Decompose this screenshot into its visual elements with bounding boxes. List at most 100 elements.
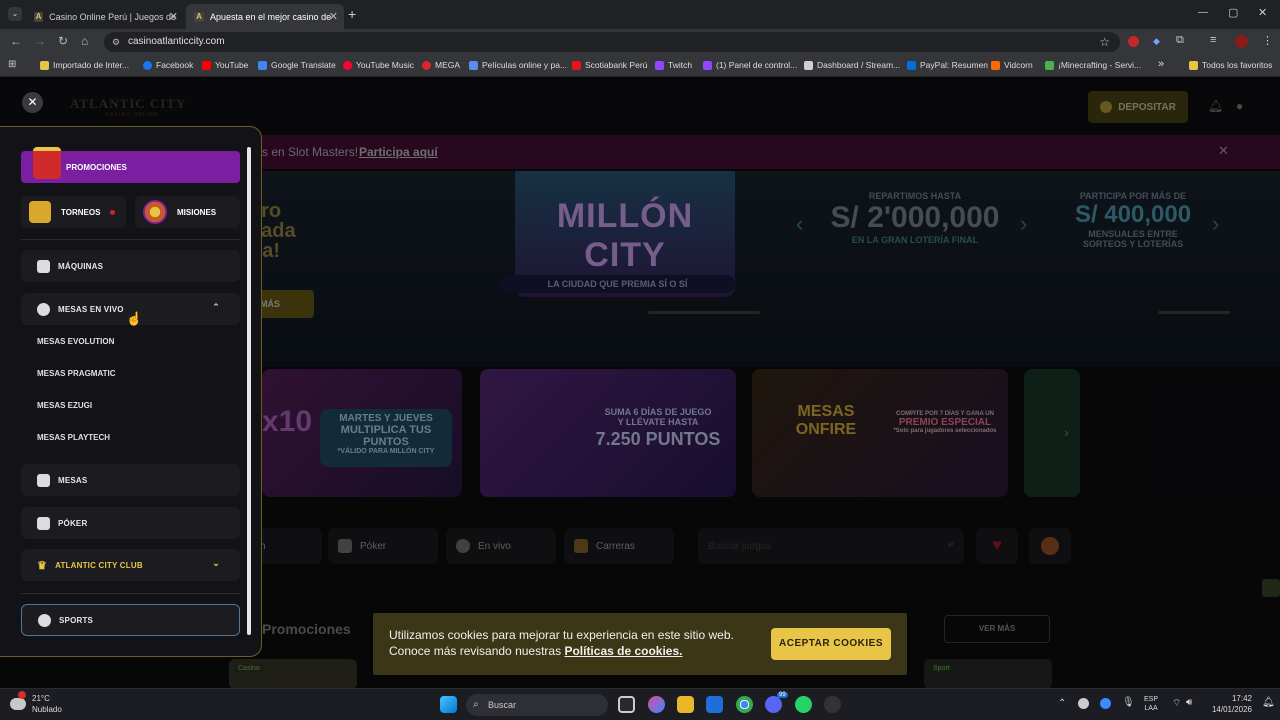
clock[interactable]: 17:42 14/01/2026 (1206, 693, 1252, 715)
extensions-puzzle-icon[interactable]: ⧉ (1176, 34, 1184, 47)
profile-avatar-icon[interactable] (1235, 35, 1248, 48)
taskbar-search[interactable]: ⌕ Buscar (466, 694, 608, 716)
chevron-down-icon: ⌄ (212, 558, 220, 568)
bookmark-item[interactable]: Scotiabank Perú (572, 60, 647, 70)
casino-page: ATLANTIC CITY CASINO ONLINE DEPOSITAR 🔔︎… (0, 77, 1280, 688)
bookmark-item[interactable]: Twitch (655, 60, 692, 70)
menu-tables[interactable]: MESAS (21, 464, 240, 496)
language-indicator[interactable]: ESP LAA (1144, 695, 1158, 713)
cloud-icon (10, 691, 26, 710)
tray-app-icon[interactable] (1100, 698, 1111, 709)
submenu-pragmatic[interactable]: MESAS PRAGMATIC (37, 369, 116, 378)
extension-red-icon[interactable] (1128, 36, 1139, 47)
reload-icon[interactable]: ↻ (58, 34, 68, 48)
slot-machine-icon (37, 259, 50, 273)
minecraft-icon (1045, 60, 1054, 70)
bookmark-item[interactable]: YouTube (202, 60, 248, 70)
submenu-playtech[interactable]: MESAS PLAYTECH (37, 433, 110, 442)
tab-favicon: A (34, 11, 44, 22)
menu-tournaments[interactable]: TORNEOS (21, 196, 126, 228)
address-field[interactable]: ⚙ casinoatlanticcity.com ☆ (104, 32, 1120, 52)
whatsapp-icon[interactable] (795, 696, 812, 713)
mega-icon (422, 60, 431, 70)
submenu-ezugi[interactable]: MESAS EZUGI (37, 401, 92, 410)
bookmark-item[interactable]: ¡Minecrafting - Servi... (1045, 60, 1141, 70)
maximize-button[interactable]: ▢ (1228, 6, 1238, 19)
file-explorer-icon[interactable] (677, 696, 694, 713)
live-dot-icon (110, 209, 116, 215)
all-bookmarks-folder[interactable]: Todos los favoritos (1189, 60, 1272, 70)
cards-icon (37, 516, 50, 530)
bookmark-item[interactable]: Películas online y pa... (469, 60, 567, 70)
gift-icon (33, 147, 61, 179)
site-info-icon[interactable]: ⚙ (112, 32, 120, 52)
extension-drop-icon[interactable]: ◆ (1153, 36, 1160, 47)
youtube-icon (202, 60, 211, 70)
new-tab-button[interactable]: + (348, 6, 356, 22)
menu-poker[interactable]: PÓKER (21, 507, 240, 539)
tray-mic-icon[interactable]: 🎙︎ (1122, 697, 1135, 708)
search-icon: ⌕ (473, 699, 479, 710)
youtube-music-icon (343, 60, 352, 70)
bookmark-item[interactable]: Google Translate (258, 60, 336, 70)
task-view-icon[interactable] (618, 696, 635, 713)
browser-menu-icon[interactable]: ⋮ (1262, 34, 1273, 47)
bookmark-item[interactable]: Importado de Inter... (40, 60, 129, 70)
tab-casino-online[interactable]: A Casino Online Perú | Juegos de ✕ (26, 4, 184, 29)
more-bookmarks-button[interactable]: » (1158, 58, 1164, 70)
menu-club[interactable]: ♛ ATLANTIC CITY CLUB ⌄ (21, 549, 240, 581)
menu-sports[interactable]: SPORTS (21, 604, 240, 636)
windows-taskbar: 21°C Nublado ⌕ Buscar 99 ⌃ 🎙︎ ESP LAA ⌔ … (0, 688, 1280, 720)
scotiabank-icon (572, 60, 581, 70)
accept-cookies-button[interactable]: ACEPTAR COOKIES (771, 628, 891, 660)
bookmark-star-icon[interactable]: ☆ (1099, 32, 1110, 52)
copilot-icon[interactable] (648, 696, 665, 713)
home-icon[interactable]: ⌂ (81, 34, 88, 48)
target-icon (143, 200, 167, 224)
twitch-icon (655, 60, 664, 70)
apps-grid-icon[interactable]: ⊞ (8, 59, 16, 70)
menu-machines[interactable]: MÁQUINAS (21, 250, 240, 282)
bookmark-item[interactable]: Dashboard / Stream... (804, 60, 900, 70)
media-control-icon[interactable]: ≡ (1210, 34, 1216, 46)
tab-apuesta[interactable]: A Apuesta en el mejor casino de ✕ (186, 4, 344, 29)
bookmark-item[interactable]: Vidcorn (991, 60, 1033, 70)
forward-arrow-icon[interactable]: → (34, 34, 46, 48)
store-icon[interactable] (706, 696, 723, 713)
bookmark-item[interactable]: Facebook (143, 60, 193, 70)
cookie-policy-link[interactable]: Políticas de cookies. (564, 644, 682, 658)
discord-icon[interactable] (765, 696, 782, 713)
volume-icon[interactable]: 🔊︎ (1186, 697, 1192, 708)
bookmark-item[interactable]: YouTube Music (343, 60, 414, 70)
url-text: casinoatlanticcity.com (128, 36, 225, 47)
notifications-icon[interactable]: 🔔︎ (1262, 697, 1275, 708)
submenu-evolution[interactable]: MESAS EVOLUTION (37, 337, 114, 346)
tab-title: Casino Online Perú | Juegos de (49, 11, 176, 22)
weather-widget[interactable]: 21°C Nublado (10, 691, 62, 715)
menu-promotions[interactable]: PROMOCIONES (21, 147, 240, 183)
bookmark-item[interactable]: PayPal: Resumen (907, 60, 988, 70)
chrome-icon[interactable] (736, 696, 753, 713)
menu-divider (21, 239, 240, 240)
side-menu-panel: PROMOCIONES TORNEOS MISIONES MÁQUINAS ME… (0, 126, 262, 657)
menu-missions[interactable]: MISIONES (135, 196, 240, 228)
tab-title: Apuesta en el mejor casino de (210, 11, 332, 22)
tray-overflow-icon[interactable]: ⌃ (1058, 698, 1066, 709)
folder-icon (40, 60, 49, 70)
menu-close-button[interactable]: ✕ (22, 92, 43, 113)
bookmark-item[interactable]: (1) Panel de control... (703, 60, 797, 70)
close-window-button[interactable]: ✕ (1258, 6, 1267, 19)
network-icon[interactable]: ⌔ (1172, 697, 1181, 710)
windows-start-icon[interactable] (440, 696, 457, 713)
tray-app-icon[interactable] (1078, 698, 1089, 709)
tab-close-icon[interactable]: ✕ (329, 10, 338, 23)
back-arrow-icon[interactable]: ← (10, 34, 22, 48)
folder-icon (1189, 60, 1198, 70)
app-icon[interactable] (824, 696, 841, 713)
tab-list-icon[interactable]: ⌄ (8, 7, 22, 21)
bookmark-item[interactable]: MEGA (422, 60, 460, 70)
minimize-button[interactable]: — (1198, 7, 1208, 18)
menu-scrollbar[interactable] (247, 147, 251, 635)
tab-close-icon[interactable]: ✕ (169, 10, 178, 23)
roulette-icon (37, 302, 50, 316)
